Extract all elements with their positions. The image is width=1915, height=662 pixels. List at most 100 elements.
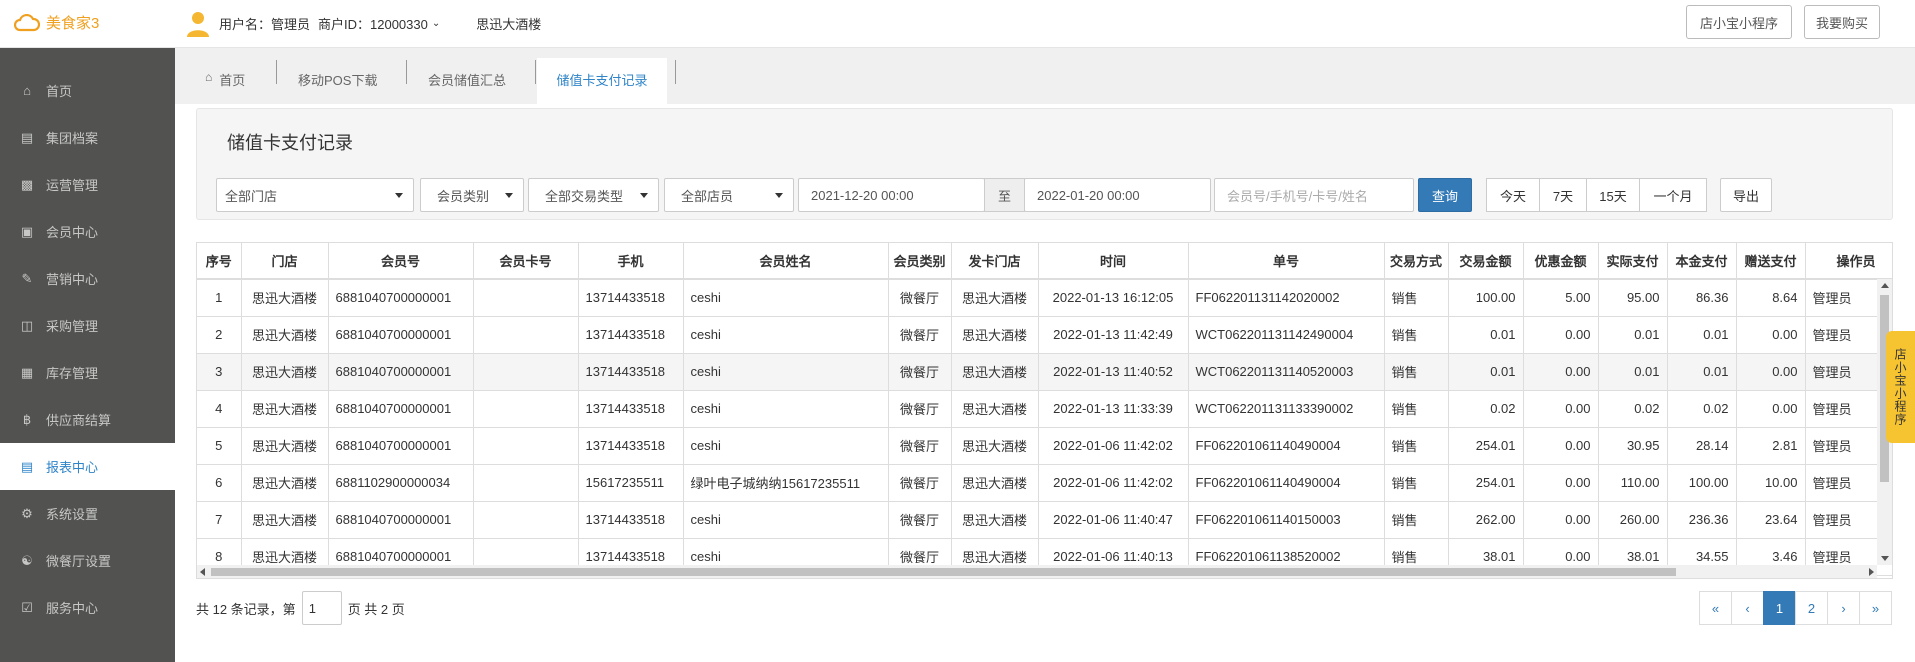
table-cell: 销售 [1384, 390, 1449, 428]
column-header[interactable]: 实际支付 [1598, 243, 1668, 280]
next-page-button[interactable]: › [1827, 591, 1860, 625]
table-cell: 13714433518 [578, 427, 684, 465]
column-header[interactable]: 本金支付 [1667, 243, 1737, 280]
buy-button[interactable]: 我要购买 [1804, 5, 1880, 39]
sidebar-item[interactable]: ▤ 报表中心 [0, 443, 175, 490]
table-row[interactable]: 3 思迅大酒楼 6881040700000001 13714433518 ceshi 微餐… [197, 353, 1892, 391]
tab-pos-download[interactable]: 移动POS下载 [298, 58, 408, 104]
page-1-button[interactable]: 1 [1763, 591, 1796, 625]
column-header[interactable]: 会员卡号 [473, 243, 579, 280]
column-header[interactable]: 发卡门店 [951, 243, 1039, 280]
column-header[interactable]: 交易金额 [1448, 243, 1524, 280]
clerk-select[interactable]: 全部店员 [664, 178, 794, 212]
tab-stored-card-payments[interactable]: 储值卡支付记录 [537, 58, 667, 104]
table-cell [473, 316, 579, 354]
column-header[interactable]: 序号 [197, 243, 242, 280]
date-to-input[interactable]: 2022-01-20 00:00 [1024, 178, 1211, 212]
table-cell: 微餐厅 [888, 464, 952, 502]
column-header[interactable]: 会员姓名 [683, 243, 889, 280]
sidebar-item[interactable]: ✎ 营销中心 [0, 255, 175, 302]
mini-program-button[interactable]: 店小宝小程序 [1686, 5, 1792, 39]
column-header[interactable]: 优惠金额 [1523, 243, 1599, 280]
export-button[interactable]: 导出 [1720, 178, 1772, 212]
sidebar-item[interactable]: ◫ 采购管理 [0, 302, 175, 349]
7-days-button[interactable]: 7天 [1539, 178, 1587, 212]
scroll-up-arrow-icon[interactable] [1881, 283, 1889, 288]
sidebar-item[interactable]: ▤ 集团档案 [0, 114, 175, 161]
tab-home[interactable]: ⌂ 首页 [205, 58, 285, 104]
column-header[interactable]: 会员类别 [888, 243, 952, 280]
table-row[interactable]: 5 思迅大酒楼 6881040700000001 13714433518 ceshi 微餐… [197, 427, 1892, 465]
user-info: 用户名：管理员 商户ID：12000330 ⌄ 思迅大酒楼 [185, 10, 541, 37]
table-cell: 0.00 [1736, 316, 1806, 354]
today-button[interactable]: 今天 [1486, 178, 1540, 212]
table-row[interactable]: 7 思迅大酒楼 6881040700000001 13714433518 ceshi 微餐… [197, 501, 1892, 539]
username-label: 用户名：管理员 [219, 16, 311, 32]
date-from-input[interactable]: 2021-12-20 00:00 [798, 178, 985, 212]
sidebar-item[interactable]: ⚙ 系统设置 [0, 490, 175, 537]
sidebar-item[interactable]: ☯ 微餐厅设置 [0, 537, 175, 584]
scroll-left-arrow-icon[interactable] [200, 568, 205, 576]
member-type-value: 会员类别 [437, 188, 490, 204]
cloud-icon [14, 13, 40, 32]
sidebar-item[interactable]: ⌂ 首页 [0, 67, 175, 114]
sidebar-item[interactable]: ▩ 运营管理 [0, 161, 175, 208]
one-month-button[interactable]: 一个月 [1639, 178, 1707, 212]
member-type-select[interactable]: 会员类别 [420, 178, 524, 212]
column-header[interactable]: 赠送支付 [1736, 243, 1806, 280]
column-header[interactable]: 单号 [1188, 243, 1385, 280]
prev-page-button[interactable]: ‹ [1731, 591, 1764, 625]
sidebar-item[interactable]: ▦ 库存管理 [0, 349, 175, 396]
trade-type-select[interactable]: 全部交易类型 [528, 178, 659, 212]
scroll-down-arrow-icon[interactable] [1881, 556, 1889, 561]
first-page-button[interactable]: « [1699, 591, 1732, 625]
horizontal-scrollbar[interactable] [197, 565, 1877, 578]
query-button[interactable]: 查询 [1418, 178, 1472, 212]
column-header[interactable]: 会员号 [328, 243, 474, 280]
table-cell: 0.00 [1736, 353, 1806, 391]
table-cell: ceshi [683, 427, 889, 465]
sidebar-item[interactable]: ☑ 服务中心 [0, 584, 175, 631]
table-cell: 0.00 [1523, 316, 1599, 354]
last-page-button[interactable]: » [1859, 591, 1892, 625]
column-header[interactable]: 门店 [241, 243, 329, 280]
table-cell: 254.01 [1448, 427, 1524, 465]
column-header[interactable]: 操作员 [1805, 243, 1892, 280]
merchant-id-label[interactable]: 商户ID：12000330 [318, 14, 428, 33]
table-row[interactable]: 1 思迅大酒楼 6881040700000001 13714433518 ceshi 微餐… [197, 279, 1892, 317]
tab-member-balance-summary[interactable]: 会员储值汇总 [428, 58, 538, 104]
chevron-down-icon[interactable]: ⌄ [432, 18, 440, 29]
clerk-value: 全部店员 [681, 188, 734, 204]
table-row[interactable]: 2 思迅大酒楼 6881040700000001 13714433518 ceshi 微餐… [197, 316, 1892, 354]
table-cell: 0.01 [1448, 353, 1524, 391]
table-cell: 思迅大酒楼 [241, 501, 329, 539]
sidebar-item[interactable]: ▣ 会员中心 [0, 208, 175, 255]
horizontal-scroll-thumb[interactable] [211, 568, 1676, 576]
page-number-input[interactable]: 1 [301, 591, 342, 625]
pagination: « ‹ 1 2 › » [1699, 591, 1892, 625]
table-row[interactable]: 6 思迅大酒楼 6881102900000034 15617235511 绿叶电子城纳纳… [197, 464, 1892, 502]
sidebar-item-label: 会员中心 [46, 225, 99, 240]
table-cell: 思迅大酒楼 [241, 427, 329, 465]
table-row[interactable]: 4 思迅大酒楼 6881040700000001 13714433518 ceshi 微餐… [197, 390, 1892, 428]
brand-logo[interactable]: 美食家3 [14, 12, 99, 33]
table-cell: 思迅大酒楼 [241, 316, 329, 354]
table-cell: 1 [197, 279, 242, 317]
table-cell [473, 390, 579, 428]
column-header[interactable]: 时间 [1038, 243, 1189, 280]
search-input[interactable]: 会员号/手机号/卡号/姓名 [1214, 178, 1414, 212]
table-cell: 0.00 [1736, 390, 1806, 428]
table-cell: 254.01 [1448, 464, 1524, 502]
table-cell: ceshi [683, 279, 889, 317]
15-days-button[interactable]: 15天 [1586, 178, 1640, 212]
column-header[interactable]: 交易方式 [1384, 243, 1449, 280]
mini-program-float-tab[interactable]: 店小宝小程序 [1886, 331, 1915, 443]
date-to-value: 2022-01-20 00:00 [1037, 187, 1140, 203]
scroll-right-arrow-icon[interactable] [1869, 568, 1874, 576]
store-select[interactable]: 全部门店 [216, 178, 414, 212]
page-2-button[interactable]: 2 [1795, 591, 1828, 625]
home-icon: ⌂ [205, 70, 213, 84]
table-cell: 260.00 [1598, 501, 1668, 539]
column-header[interactable]: 手机 [578, 243, 684, 280]
sidebar-item[interactable]: ฿ 供应商结算 [0, 396, 175, 443]
